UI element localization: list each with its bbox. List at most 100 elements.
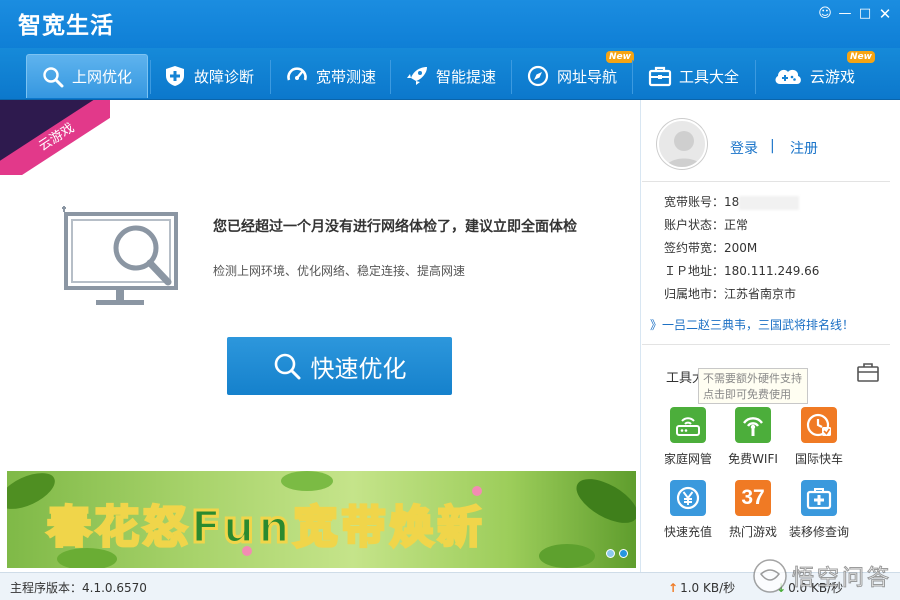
tab-cloud-game[interactable]: 云游戏 New — [773, 51, 875, 98]
router-icon — [670, 407, 706, 443]
search-icon — [41, 65, 65, 89]
info-ip: ＩＰ地址：180.111.249.66 — [664, 262, 819, 279]
info-status: 账户状态：正常 — [664, 216, 748, 233]
new-badge: New — [606, 51, 634, 63]
banner-pager — [606, 549, 628, 558]
tool-label: 热门游戏 — [728, 525, 777, 539]
quick-optimize-label: 快速优化 — [310, 354, 407, 383]
masked-value — [739, 195, 800, 210]
tab-toolbox[interactable]: 工具大全 — [648, 54, 739, 98]
upload-arrow-icon: ↑ — [668, 581, 679, 595]
tab-online-optimize[interactable]: 上网优化 — [26, 54, 148, 98]
info-value: 江苏省南京市 — [724, 287, 797, 301]
account-panel: 登录 | 注册 宽带账号：18 账户状态：正常 签约带宽：200M ＩＰ地址：1… — [642, 100, 900, 572]
divider — [642, 181, 890, 182]
monitor-search-icon — [60, 204, 190, 314]
upload-speed-value: 1.0 KB/秒 — [680, 581, 736, 595]
compass-icon — [526, 64, 550, 88]
tab-url-navigation[interactable]: 网址导航 New — [526, 51, 634, 98]
tool-intl-express[interactable]: 国际快车 — [784, 407, 854, 467]
shield-plus-icon — [163, 64, 187, 88]
banner-headline: 春花怒Fun宽带焕新 — [46, 501, 486, 555]
tool-label: 免费WIFI — [728, 452, 778, 466]
tool-label: 快速充值 — [663, 525, 712, 539]
tool-label: 装移修查询 — [788, 525, 849, 539]
tooltip: 不需要额外硬件支持 点击即可免费使用 — [698, 368, 808, 404]
info-account: 宽带账号：18 — [664, 193, 800, 210]
maximize-button[interactable]: □ — [856, 5, 874, 23]
new-badge: New — [847, 51, 875, 63]
nav-divider — [511, 60, 512, 94]
tool-install-repair-query[interactable]: 装移修查询 — [784, 480, 854, 540]
nav-divider — [632, 60, 633, 94]
notice-subtitle: 检测上网环境、优化网络、稳定连接、提高网速 — [213, 264, 466, 278]
close-button[interactable]: ✕ — [876, 5, 894, 23]
tab-label: 智能提速 — [436, 67, 497, 86]
info-value: 180.111.249.66 — [724, 264, 820, 278]
medical-kit-icon — [801, 480, 837, 516]
watermark-text: 悟空问答 — [791, 566, 893, 592]
info-value: 18 — [724, 195, 740, 209]
game-37-icon: 37 — [735, 480, 771, 516]
nav-divider — [390, 60, 391, 94]
nav-divider — [270, 60, 271, 94]
rocket-icon — [405, 64, 429, 88]
feedback-button[interactable]: ☺ — [816, 5, 834, 23]
info-label: 账户状态： — [664, 218, 725, 232]
info-region: 归属地市：江苏省南京市 — [664, 285, 796, 302]
tab-fault-diagnosis[interactable]: 故障诊断 — [163, 54, 254, 98]
nav-divider — [755, 60, 756, 94]
info-label: ＩＰ地址： — [664, 264, 725, 278]
info-label: 归属地市： — [664, 287, 725, 301]
globe-clock-icon — [801, 407, 837, 443]
tab-label: 工具大全 — [679, 67, 740, 86]
search-icon — [274, 353, 300, 380]
toolbox-icon[interactable] — [857, 362, 879, 382]
tool-label: 国际快车 — [794, 452, 843, 466]
minimize-button[interactable]: — — [836, 5, 854, 23]
version-text: 主程序版本：4.1.0.6570 — [10, 581, 147, 595]
app-title: 智宽生活 — [18, 13, 114, 39]
main-nav: 上网优化 故障诊断 宽带测速 智能提速 网址导航 New 工具大全 云游戏 Ne… — [0, 48, 900, 100]
toolbox-icon — [648, 64, 672, 88]
tab-label: 云游戏 — [810, 67, 856, 86]
info-value: 正常 — [724, 218, 749, 232]
cloud-game-ribbon[interactable]: 云游戏 — [0, 100, 110, 175]
tooltip-line: 不需要额外硬件支持 — [703, 372, 802, 385]
yen-coin-icon — [670, 480, 706, 516]
banner-dot[interactable] — [606, 549, 615, 558]
tab-label: 宽带测速 — [316, 67, 377, 86]
avatar[interactable] — [657, 119, 707, 169]
main-panel: 云游戏 您已经超过一个月没有进行网络体检了，建议立即全面体检 检测上网环境、优化… — [0, 100, 641, 572]
tool-home-network[interactable]: 家庭网管 — [653, 407, 723, 467]
tab-smart-speedup[interactable]: 智能提速 — [405, 54, 496, 98]
info-label: 签约带宽： — [664, 241, 725, 255]
tool-label: 家庭网管 — [663, 452, 712, 466]
info-value: 200M — [724, 241, 758, 255]
notice-title: 您已经超过一个月没有进行网络体检了，建议立即全面体检 — [213, 219, 577, 235]
tab-label: 上网优化 — [72, 68, 133, 86]
login-link[interactable]: 登录 — [730, 138, 758, 158]
tooltip-line: 点击即可免费使用 — [703, 388, 791, 401]
nav-divider — [150, 60, 151, 94]
tab-label: 故障诊断 — [194, 67, 255, 86]
info-bandwidth: 签约带宽：200M — [664, 239, 757, 256]
tool-free-wifi[interactable]: 免费WIFI — [718, 407, 788, 467]
promo-link[interactable]: 》一吕二赵三典韦，三国武将排名线！ — [650, 316, 854, 333]
login-separator: | — [770, 138, 775, 154]
upload-speed: ↑ 1.0 KB/秒 — [668, 579, 735, 596]
tab-speed-test[interactable]: 宽带测速 — [285, 54, 376, 98]
info-label: 宽带账号： — [664, 195, 725, 209]
banner-dot-active[interactable] — [619, 549, 628, 558]
tab-label: 网址导航 — [557, 67, 618, 86]
register-link[interactable]: 注册 — [790, 138, 818, 158]
wifi-icon — [735, 407, 771, 443]
tool-hot-games[interactable]: 37 热门游戏 — [718, 480, 788, 540]
cloud-game-icon — [773, 64, 803, 88]
quick-optimize-button[interactable]: 快速优化 — [227, 337, 452, 395]
tool-quick-recharge[interactable]: 快速充值 — [653, 480, 723, 540]
title-bar: 智宽生活 ☺ — □ ✕ — [0, 0, 900, 48]
speedometer-icon — [285, 64, 309, 88]
user-icon — [665, 131, 703, 167]
promo-banner[interactable]: 春花怒Fun宽带焕新 — [7, 471, 636, 568]
